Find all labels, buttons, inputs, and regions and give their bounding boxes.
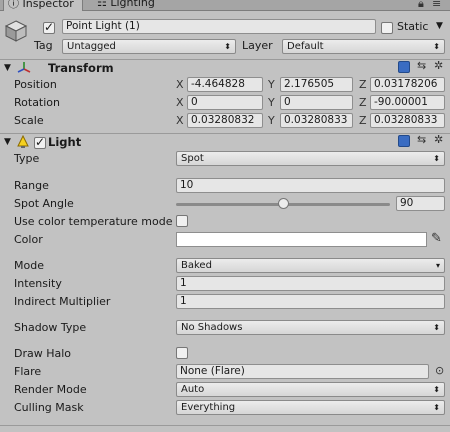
mode-value: Baked: [181, 260, 212, 271]
axis-y-label[interactable]: Y: [268, 114, 275, 128]
flare-field[interactable]: None (Flare): [176, 364, 429, 379]
layer-label: Layer: [242, 39, 273, 52]
mode-label: Mode: [14, 259, 44, 272]
tab-lighting[interactable]: ☷ Lighting: [93, 0, 163, 11]
scale-y-field[interactable]: 0.03280833: [280, 113, 353, 128]
gear-icon[interactable]: ✲: [434, 133, 443, 147]
axis-x-label[interactable]: X: [176, 96, 184, 110]
section-divider: [0, 425, 450, 426]
tag-label: Tag: [34, 39, 53, 52]
rotation-label: Rotation: [14, 96, 61, 109]
scale-z-field[interactable]: 0.03280833: [370, 113, 445, 128]
updown-arrow-icon: ⬍: [224, 42, 231, 51]
spot-angle-label: Spot Angle: [14, 197, 74, 210]
layer-dropdown[interactable]: Default ⬍: [282, 39, 445, 54]
rotation-z-field[interactable]: -90.00001: [370, 95, 445, 110]
static-label: Static: [397, 20, 429, 33]
gameobject-cube-icon: [4, 19, 28, 43]
axis-y-label[interactable]: Y: [268, 96, 275, 110]
light-enabled-checkbox[interactable]: [34, 135, 46, 149]
help-icon[interactable]: [398, 135, 410, 147]
type-value: Spot: [181, 153, 204, 164]
position-y-field[interactable]: 2.176505: [280, 77, 353, 92]
axis-x-label[interactable]: X: [176, 78, 184, 92]
flare-label: Flare: [14, 365, 42, 378]
object-picker-icon[interactable]: ⊙: [435, 364, 444, 378]
updown-arrow-icon: ⬍: [433, 385, 440, 394]
draw-halo-label: Draw Halo: [14, 347, 72, 360]
spot-angle-slider-thumb[interactable]: [278, 198, 289, 209]
lighting-icon: ☷: [97, 0, 107, 9]
axis-z-label[interactable]: Z: [359, 78, 367, 92]
color-label: Color: [14, 233, 43, 246]
gear-icon[interactable]: ✲: [434, 59, 443, 73]
type-label: Type: [14, 152, 40, 165]
updown-arrow-icon: ⬍: [433, 403, 440, 412]
inspector-icon: ⓘ: [8, 0, 19, 10]
use-color-temp-label: Use color temperature mode: [14, 215, 173, 228]
axis-z-label[interactable]: Z: [359, 96, 367, 110]
axis-x-label[interactable]: X: [176, 114, 184, 128]
range-field[interactable]: 10: [176, 178, 445, 193]
shadow-type-label: Shadow Type: [14, 321, 87, 334]
intensity-label: Intensity: [14, 277, 62, 290]
scale-label: Scale: [14, 114, 44, 127]
lock-icon[interactable]: 🔒︎: [418, 0, 424, 11]
render-mode-dropdown[interactable]: Auto ⬍: [176, 382, 445, 397]
preset-icon[interactable]: ⇆: [417, 133, 426, 147]
updown-arrow-icon: ⬍: [433, 42, 440, 51]
tag-value: Untagged: [67, 41, 116, 52]
position-z-field[interactable]: 0.03178206: [370, 77, 445, 92]
indirect-multiplier-field[interactable]: 1: [176, 294, 445, 309]
tab-lighting-label: Lighting: [110, 0, 155, 9]
shadow-type-value: No Shadows: [181, 322, 243, 333]
transform-title: Transform: [48, 61, 114, 75]
tag-dropdown[interactable]: Untagged ⬍: [62, 39, 236, 54]
shadow-type-dropdown[interactable]: No Shadows ⬍: [176, 320, 445, 335]
menu-icon[interactable]: ≡: [432, 0, 441, 11]
color-swatch[interactable]: [176, 232, 427, 247]
rotation-y-field[interactable]: 0: [280, 95, 353, 110]
dropdown-arrow-icon: ▾: [435, 261, 440, 270]
mode-dropdown[interactable]: Baked ▾: [176, 258, 445, 273]
active-checkbox[interactable]: [43, 20, 55, 34]
culling-mask-value: Everything: [181, 402, 236, 413]
updown-arrow-icon: ⬍: [433, 323, 440, 332]
object-name-field[interactable]: Point Light (1): [62, 19, 376, 34]
tab-inspector[interactable]: ⓘ Inspector: [3, 0, 83, 11]
axis-y-label[interactable]: Y: [268, 78, 275, 92]
use-color-temp-checkbox[interactable]: [176, 215, 188, 227]
foldout-arrow-icon[interactable]: ▼: [4, 63, 11, 73]
light-bulb-icon: [17, 134, 29, 149]
light-title: Light: [48, 135, 82, 149]
scale-x-field[interactable]: 0.03280832: [187, 113, 263, 128]
draw-halo-checkbox[interactable]: [176, 347, 188, 359]
render-mode-label: Render Mode: [14, 383, 87, 396]
help-icon[interactable]: [398, 61, 410, 73]
layer-value: Default: [287, 41, 324, 52]
intensity-field[interactable]: 1: [176, 276, 445, 291]
spot-angle-field[interactable]: 90: [396, 196, 445, 211]
axis-z-label[interactable]: Z: [359, 114, 367, 128]
type-dropdown[interactable]: Spot ⬍: [176, 151, 445, 166]
static-dropdown-arrow-icon[interactable]: ▼: [436, 19, 443, 33]
render-mode-value: Auto: [181, 384, 205, 395]
updown-arrow-icon: ⬍: [433, 154, 440, 163]
transform-icon: [17, 61, 31, 75]
eyedropper-icon[interactable]: ✎: [431, 232, 442, 246]
range-label: Range: [14, 179, 49, 192]
indirect-multiplier-label: Indirect Multiplier: [14, 295, 111, 308]
static-checkbox[interactable]: [381, 22, 393, 34]
culling-mask-label: Culling Mask: [14, 401, 84, 414]
tab-inspector-label: Inspector: [22, 0, 74, 10]
position-x-field[interactable]: -4.464828: [187, 77, 263, 92]
position-label: Position: [14, 78, 57, 91]
preset-icon[interactable]: ⇆: [417, 59, 426, 73]
rotation-x-field[interactable]: 0: [187, 95, 263, 110]
culling-mask-dropdown[interactable]: Everything ⬍: [176, 400, 445, 415]
foldout-arrow-icon[interactable]: ▼: [4, 137, 11, 147]
